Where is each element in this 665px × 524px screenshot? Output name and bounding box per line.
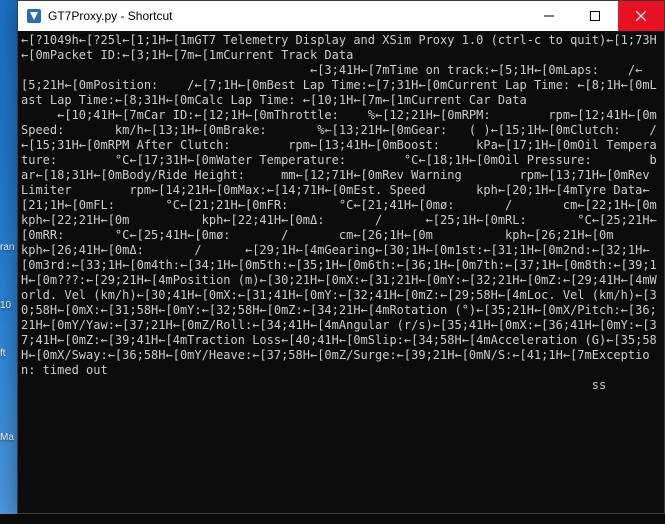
console-output[interactable]: ←[?1049h←[?25l←[1;1H←[1mGT7 Telemetry Di… xyxy=(18,31,664,513)
taskbar[interactable] xyxy=(0,514,665,524)
window-controls xyxy=(526,1,664,31)
desktop-icon-label[interactable]: ran xyxy=(0,242,18,254)
desktop-icon-label[interactable]: ft xyxy=(0,348,18,360)
close-button[interactable] xyxy=(618,1,664,31)
app-window: GT7Proxy.py - Shortcut ←[?1049h←[?25l←[1… xyxy=(17,0,665,514)
desktop-icon-label[interactable]: Ma xyxy=(0,432,18,444)
maximize-button[interactable] xyxy=(572,1,618,31)
minimize-button[interactable] xyxy=(526,1,572,31)
desktop-icon-label[interactable]: 10 xyxy=(0,300,18,312)
window-title: GT7Proxy.py - Shortcut xyxy=(48,9,526,23)
app-icon xyxy=(26,8,42,24)
titlebar[interactable]: GT7Proxy.py - Shortcut xyxy=(18,1,664,31)
